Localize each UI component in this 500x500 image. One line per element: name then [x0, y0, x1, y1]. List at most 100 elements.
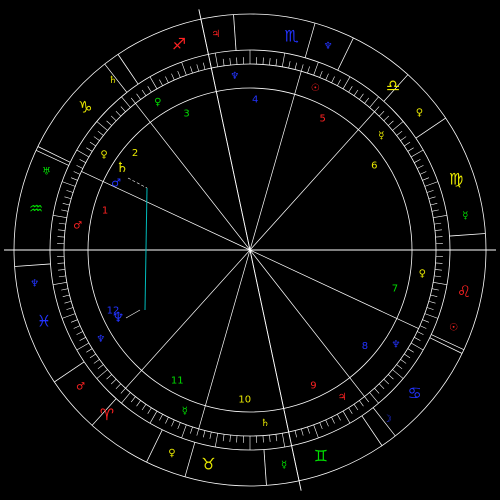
- degree-tick: [288, 61, 291, 69]
- neptune-house-ruler: ♆: [230, 71, 239, 82]
- venus-house-ruler: ♀: [154, 97, 161, 108]
- degree-tick: [147, 86, 152, 93]
- degree-tick: [433, 214, 448, 218]
- degree-tick: [300, 64, 304, 72]
- neptune-house-ruler: ♆: [96, 334, 105, 345]
- degree-tick: [426, 190, 434, 193]
- aspect-line: [144, 187, 148, 311]
- gemini-sign: ♊: [314, 447, 328, 466]
- degree-tick: [58, 229, 66, 231]
- venus-house-ruler: ♀: [419, 269, 426, 280]
- degree-tick: [66, 307, 74, 310]
- degree-tick: [110, 378, 117, 385]
- degree-tick: [419, 171, 427, 175]
- degree-tick: [229, 58, 231, 66]
- degree-tick: [359, 93, 364, 100]
- sign-boundary-line: [263, 449, 267, 486]
- mars-ruler: ♂: [76, 382, 85, 393]
- degree-tick: [392, 121, 404, 131]
- degree-tick: [66, 190, 74, 193]
- degree-tick: [58, 269, 66, 271]
- degree-tick: [165, 417, 169, 424]
- degree-tick: [307, 426, 310, 434]
- sign-boundary-line: [337, 37, 354, 71]
- sign-boundary-line: [54, 361, 85, 383]
- saturn-ruler: ♄: [108, 75, 117, 86]
- degree-tick: [424, 313, 439, 319]
- degree-tick: [121, 392, 131, 404]
- house-number-4: 4: [252, 95, 258, 106]
- degree-tick: [62, 294, 70, 297]
- aspect-lines: [125, 177, 148, 319]
- degree-tick: [70, 319, 78, 323]
- degree-tick: [86, 147, 93, 152]
- degree-tick: [430, 203, 438, 206]
- sign-boundary-line: [14, 263, 51, 267]
- degree-tick: [181, 424, 187, 439]
- sun-ruler: ☉: [449, 323, 458, 334]
- degree-tick: [428, 300, 436, 304]
- degree-tick: [141, 89, 147, 96]
- degree-tick: [209, 431, 212, 439]
- sign-boundary-line: [146, 429, 163, 463]
- house-number-5: 5: [320, 113, 326, 124]
- house-number-11: 11: [171, 376, 184, 387]
- degree-tick: [400, 136, 407, 141]
- house-cusp-line: [125, 249, 251, 389]
- sign-boundary-line: [117, 54, 139, 85]
- house-cusp-line: [249, 111, 375, 251]
- jupiter-ruler: ♃: [211, 29, 220, 40]
- house-cusp-outer: [431, 334, 465, 351]
- degree-tick: [93, 359, 100, 364]
- degree-tick: [374, 106, 380, 112]
- house-number-6: 6: [371, 161, 377, 172]
- degree-tick: [400, 359, 407, 364]
- mars-house-ruler: ♂: [73, 220, 82, 231]
- degree-tick: [196, 64, 200, 72]
- libra-sign: ♎: [386, 76, 400, 95]
- degree-tick: [407, 348, 414, 353]
- degree-tick: [171, 73, 175, 81]
- scorpio-sign: ♏: [284, 27, 298, 46]
- taurus-sign: ♉: [201, 454, 215, 473]
- degree-tick: [383, 378, 390, 385]
- degree-tick: [214, 433, 218, 448]
- degree-tick: [307, 66, 310, 74]
- sagittarius-sign: ♐: [172, 34, 186, 53]
- degree-tick: [106, 374, 112, 380]
- degree-tick: [61, 181, 76, 187]
- pluto-house-ruler: ♆: [391, 339, 400, 350]
- degree-tick: [120, 106, 126, 112]
- house-cusp-outer: [184, 442, 196, 477]
- degree-tick: [190, 66, 193, 74]
- degree-tick: [61, 313, 76, 319]
- degree-tick: [229, 434, 231, 442]
- degree-tick: [359, 400, 364, 407]
- degree-tick: [434, 222, 442, 225]
- house-cusp-line: [249, 249, 365, 397]
- degree-tick: [52, 214, 67, 218]
- degree-tick: [325, 73, 329, 81]
- sign-boundary-line: [37, 146, 71, 163]
- aries-sign: ♈: [100, 405, 114, 424]
- mercury-ruler: ☿: [281, 460, 287, 471]
- neptune-ruler: ♆: [30, 279, 39, 290]
- degree-tick: [282, 433, 286, 448]
- degree-tick: [426, 307, 434, 310]
- mercury-house-ruler: ☿: [182, 406, 188, 417]
- degree-tick: [120, 388, 126, 394]
- cancer-sign: ♋: [407, 384, 421, 403]
- degree-tick: [61, 209, 69, 212]
- sign-boundary-line: [429, 337, 463, 354]
- degree-tick: [196, 428, 200, 436]
- degree-tick: [136, 400, 141, 407]
- capricorn-sign: ♑: [78, 97, 92, 116]
- house-number-1: 1: [102, 206, 108, 217]
- house-cusp-line: [135, 103, 251, 251]
- degree-tick: [269, 58, 271, 66]
- degree-tick: [141, 404, 147, 411]
- moon-ruler: ☽: [383, 414, 392, 425]
- degree-tick: [433, 282, 448, 286]
- degree-tick: [203, 62, 206, 70]
- degree-tick: [130, 396, 136, 403]
